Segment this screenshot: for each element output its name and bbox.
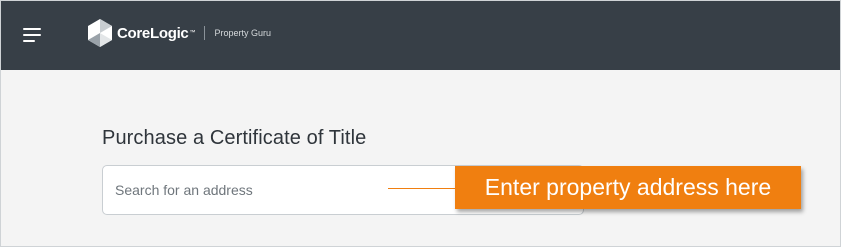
app-window: CoreLogic ™ Property Guru Purchase a Cer… <box>0 0 841 247</box>
logo-divider <box>204 26 206 40</box>
instruction-callout: Enter property address here <box>455 166 801 209</box>
brand-logo[interactable]: CoreLogic ™ Property Guru <box>87 17 271 49</box>
top-navigation-bar: CoreLogic ™ Property Guru <box>1 1 840 70</box>
trademark-mark: ™ <box>189 30 196 36</box>
callout-connector-line <box>388 188 456 189</box>
product-name: Property Guru <box>214 28 272 38</box>
corelogic-logo-icon <box>88 19 112 47</box>
hamburger-menu-icon[interactable] <box>19 23 49 49</box>
page-title: Purchase a Certificate of Title <box>102 127 367 149</box>
brand-name: CoreLogic <box>117 24 189 42</box>
